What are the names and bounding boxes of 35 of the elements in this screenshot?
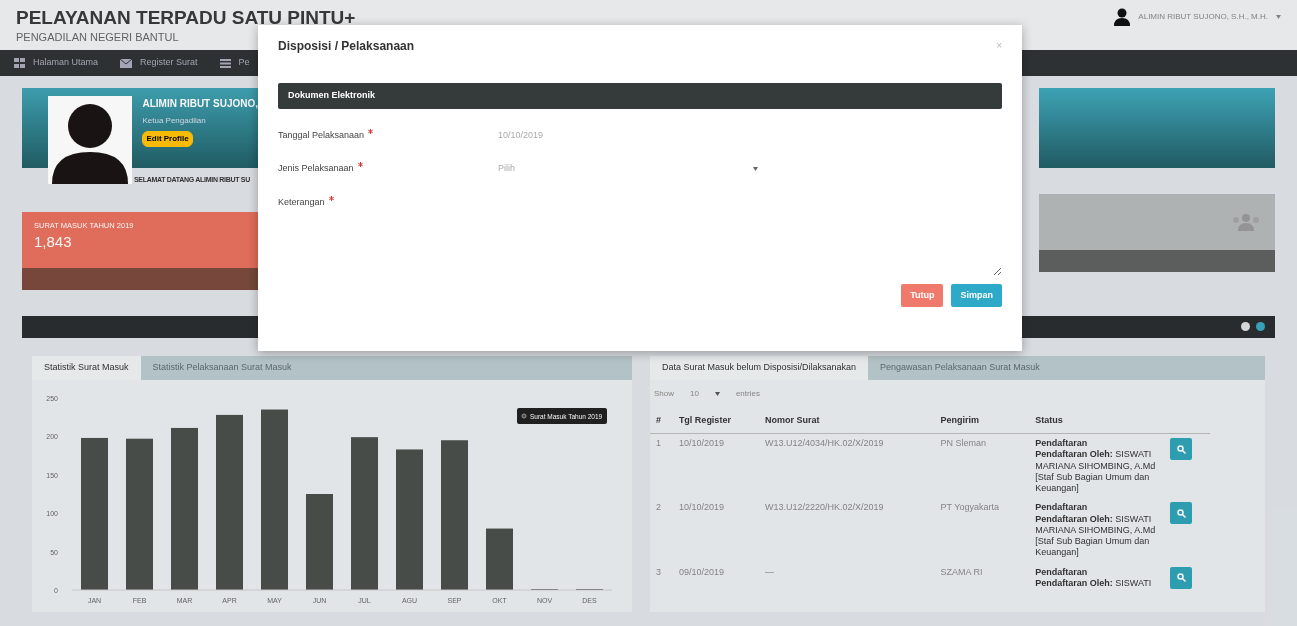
status-detail: Pendaftaran Oleh: SISWATI MARIANA SIHOMBING, A.Md [Staf Sub Bagian Umum dan Keuangan] xyxy=(1035,513,1157,559)
status-detail: Pendaftaran Oleh: SISWATI MARIANA SIHOMBING, A.Md [Staf Sub Bagian Umum dan Keuangan] xyxy=(1035,449,1157,495)
column-header: # xyxy=(650,407,673,434)
profile-role: Ketua Pengadilan xyxy=(142,115,207,127)
table-cell-text: 10/10/2019 xyxy=(677,501,725,515)
entries-label: entries xyxy=(735,387,760,400)
status-detail: Pendaftaran Oleh: SISWATI xyxy=(1035,577,1153,589)
field-label: Jenis Pelaksanaan xyxy=(278,162,354,175)
status-text: Pendaftaran xyxy=(1035,502,1089,514)
profile-name: ALIMIN RIBUT SUJONO, xyxy=(142,97,258,111)
column-header: Status xyxy=(1029,407,1165,434)
stat-value: 1,843 xyxy=(34,231,73,252)
table-cell: 10/10/2019 xyxy=(672,433,759,499)
field-label: Keterangan xyxy=(278,195,325,209)
table-cell-text: — xyxy=(763,565,775,579)
column-header: Nomor Surat xyxy=(758,407,935,434)
table-cell-text: PT Yogyakarta xyxy=(939,501,1000,515)
table-cell-text: 09/10/2019 xyxy=(677,565,725,579)
status-text: Pendaftaran xyxy=(1035,438,1089,450)
table-cell: 1 xyxy=(650,433,673,499)
table-cell-text: 2 xyxy=(655,501,662,515)
status-text: Pendaftaran xyxy=(1035,566,1089,578)
section-header: Dokumen Elektronik xyxy=(278,83,1002,109)
app-title: PELAYANAN TERPADU SATU PINTU+ xyxy=(16,8,356,29)
show-label: Show xyxy=(654,387,674,400)
table-cell: W13.U12/4034/HK.02/X/2019 xyxy=(758,433,935,499)
column-header: Tgl Register xyxy=(672,407,759,434)
modal-title: Disposisi / Pelaksanaan xyxy=(278,38,415,55)
app-subtitle: PENGADILAN NEGERI BANTUL xyxy=(16,29,179,45)
table-cell: PN Sleman xyxy=(934,433,1030,499)
table-cell-text: W13.U12/2220/HK.02/X/2019 xyxy=(763,501,885,515)
field-label: Tanggal Pelaksanaan xyxy=(278,128,365,142)
table-cell-text: SZAMA RI xyxy=(939,565,984,579)
column-header: Pengirim xyxy=(934,407,1030,434)
table-cell-text: 3 xyxy=(655,565,662,579)
